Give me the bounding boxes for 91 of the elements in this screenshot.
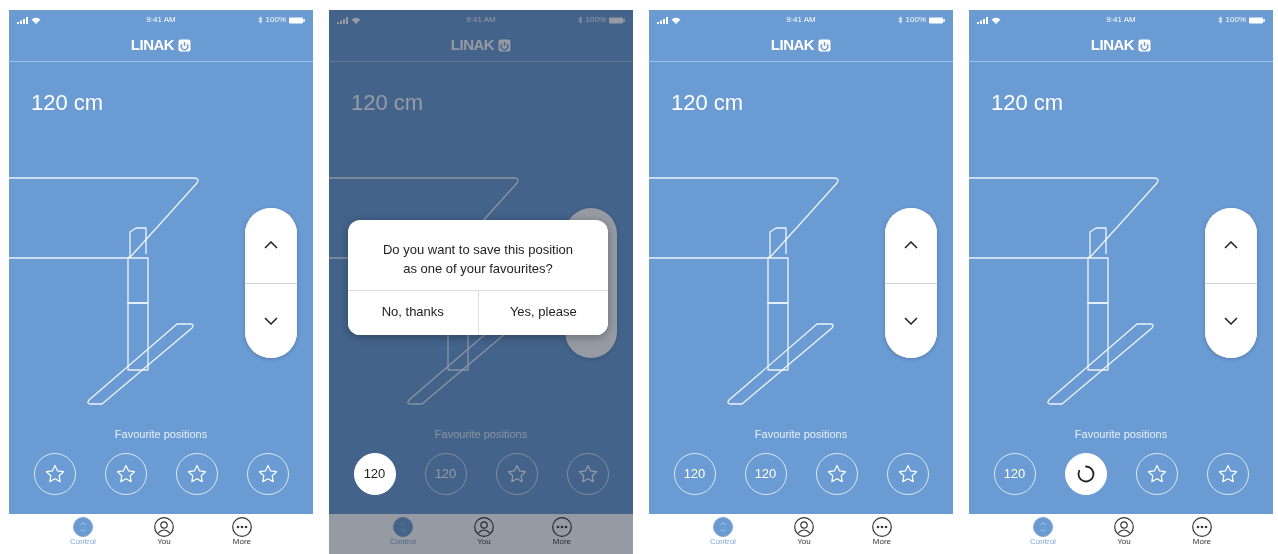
tab-button[interactable]: More <box>231 517 252 554</box>
logo-text: LINAK <box>1090 35 1135 56</box>
dialog-message: Do you want to save this position as one of your favourites? <box>381 241 575 278</box>
tab-button[interactable]: You <box>793 517 814 554</box>
person-icon <box>793 517 814 537</box>
up-button[interactable] <box>245 208 297 283</box>
battery-icon <box>609 16 625 24</box>
tab-button[interactable]: Control <box>710 517 736 554</box>
section-label: Favourite positions <box>754 427 848 442</box>
down-button[interactable] <box>1205 282 1257 358</box>
arrows-icon <box>73 517 93 537</box>
section-label: Favourite positions <box>114 427 208 442</box>
battery-icon <box>1249 16 1265 24</box>
clock-time: 9:41 AM <box>466 14 496 26</box>
logo-text: LINAK <box>450 35 495 56</box>
logo-text: LINAK <box>770 35 815 56</box>
bluetooth-icon <box>897 16 903 24</box>
more-icon <box>551 517 572 537</box>
star-icon <box>896 462 919 485</box>
star-icon <box>256 462 279 485</box>
tab-button[interactable]: Control <box>1030 517 1056 554</box>
chevron-up-icon <box>264 241 278 250</box>
logo-icon <box>178 39 192 52</box>
bluetooth-icon <box>1217 16 1223 24</box>
arrows-icon <box>393 517 413 537</box>
battery-percent: 100% <box>1225 14 1246 26</box>
favourite-button[interactable] <box>1064 452 1107 495</box>
favourite-button[interactable]: 120 <box>353 452 396 495</box>
battery-percent: 100% <box>265 14 286 26</box>
battery-icon <box>289 16 305 24</box>
chevron-down-icon <box>904 316 918 325</box>
star-icon <box>1145 462 1168 485</box>
person-icon <box>473 517 494 537</box>
clock-time: 9:41 AM <box>146 14 176 26</box>
logo-text: LINAK <box>130 35 175 56</box>
dialog-button[interactable]: No, thanks <box>348 291 478 335</box>
signal-icon <box>657 16 668 24</box>
section-label: Favourite positions <box>434 427 528 442</box>
bluetooth-icon <box>577 16 583 24</box>
height-reading: 120 cm <box>671 90 744 116</box>
logo-icon <box>1138 39 1152 52</box>
logo-icon <box>818 39 832 52</box>
spinner-icon <box>1075 463 1096 484</box>
clock-time: 9:41 AM <box>786 14 816 26</box>
signal-icon <box>977 16 988 24</box>
section-label: Favourite positions <box>1074 427 1168 442</box>
tab-button[interactable]: More <box>1191 517 1212 554</box>
star-icon <box>1216 462 1239 485</box>
wifi-icon <box>671 16 681 24</box>
tab-button[interactable]: You <box>153 517 174 554</box>
bluetooth-icon <box>257 16 263 24</box>
battery-icon <box>929 16 945 24</box>
tab-button[interactable]: You <box>1113 517 1134 554</box>
down-button[interactable] <box>885 282 937 358</box>
battery-percent: 100% <box>585 14 606 26</box>
height-reading: 120 cm <box>31 90 104 116</box>
star-icon <box>114 462 137 485</box>
person-icon <box>1113 517 1134 537</box>
tab-button[interactable]: Control <box>70 517 96 554</box>
height-reading: 120 cm <box>351 90 424 116</box>
chevron-down-icon <box>264 316 278 325</box>
wifi-icon <box>991 16 1001 24</box>
arrows-icon <box>713 517 733 537</box>
star-icon <box>576 462 599 485</box>
clock-time: 9:41 AM <box>1106 14 1136 26</box>
star-icon <box>43 462 66 485</box>
star-icon <box>505 462 528 485</box>
tab-button[interactable]: More <box>551 517 572 554</box>
arrows-icon <box>1033 517 1053 537</box>
star-icon <box>825 462 848 485</box>
person-icon <box>153 517 174 537</box>
up-button[interactable] <box>885 208 937 283</box>
more-icon <box>1191 517 1212 537</box>
more-icon <box>871 517 892 537</box>
height-reading: 120 cm <box>991 90 1064 116</box>
tab-button[interactable]: More <box>871 517 892 554</box>
wifi-icon <box>351 16 361 24</box>
star-icon <box>185 462 208 485</box>
logo-icon <box>498 39 512 52</box>
battery-percent: 100% <box>905 14 926 26</box>
signal-icon <box>337 16 348 24</box>
signal-icon <box>17 16 28 24</box>
tab-button[interactable]: You <box>473 517 494 554</box>
wifi-icon <box>31 16 41 24</box>
dialog-button[interactable]: Yes, please <box>477 291 608 335</box>
more-icon <box>231 517 252 537</box>
up-button[interactable] <box>1205 208 1257 283</box>
chevron-down-icon <box>1224 316 1238 325</box>
down-button[interactable] <box>245 282 297 358</box>
chevron-up-icon <box>1224 241 1238 250</box>
chevron-up-icon <box>904 241 918 250</box>
